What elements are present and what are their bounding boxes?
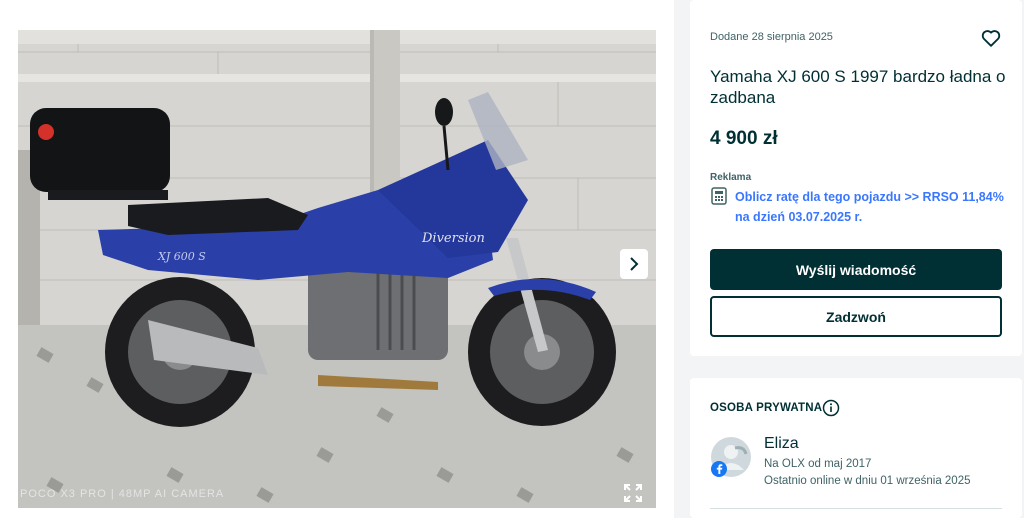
installment-calculator-link[interactable]: Oblicz ratę dla tego pojazdu >> RRSO 11,…: [735, 187, 1005, 227]
seller-card: OSOBA PRYWATNA Eliza Na OLX od maj 2017 …: [690, 378, 1022, 518]
photo-gallery: Diversion XJ 600 S POCO X3 PRO | 48MP AI…: [0, 0, 674, 518]
fullscreen-button[interactable]: [620, 480, 646, 506]
send-message-button[interactable]: Wyślij wiadomość: [710, 249, 1002, 290]
listing-photo[interactable]: Diversion XJ 600 S: [18, 30, 656, 508]
heart-icon: [981, 30, 1001, 47]
ad-label: Reklama: [710, 172, 752, 183]
facebook-icon: [711, 461, 727, 477]
info-icon[interactable]: [822, 399, 840, 417]
favorite-button[interactable]: [980, 27, 1002, 49]
svg-text:Diversion: Diversion: [421, 231, 485, 246]
call-button[interactable]: Zadzwoń: [710, 296, 1002, 337]
next-photo-button[interactable]: [620, 249, 648, 279]
listing-summary-card: Dodane 28 sierpnia 2025 Yamaha XJ 600 S …: [690, 0, 1022, 356]
calculator-icon: [711, 187, 727, 205]
divider: [710, 508, 1002, 509]
photo-watermark: POCO X3 PRO | 48MP AI CAMERA: [20, 488, 225, 500]
member-since: Na OLX od maj 2017: [764, 458, 872, 470]
listing-title: Yamaha XJ 600 S 1997 bardzo ładna o zadb…: [710, 67, 1006, 107]
seller-type-label: OSOBA PRYWATNA: [710, 402, 823, 414]
added-date: Dodane 28 sierpnia 2025: [710, 31, 833, 43]
seller-name: Eliza: [764, 435, 799, 452]
chevron-right-icon: [630, 257, 639, 271]
expand-icon: [624, 484, 642, 502]
listing-price: 4 900 zł: [710, 128, 778, 149]
svg-text:XJ 600 S: XJ 600 S: [157, 250, 206, 263]
avatar: [710, 436, 752, 478]
last-online: Ostatnio online w dniu 01 września 2025: [764, 475, 971, 487]
motorcycle-image: Diversion XJ 600 S: [18, 30, 656, 508]
